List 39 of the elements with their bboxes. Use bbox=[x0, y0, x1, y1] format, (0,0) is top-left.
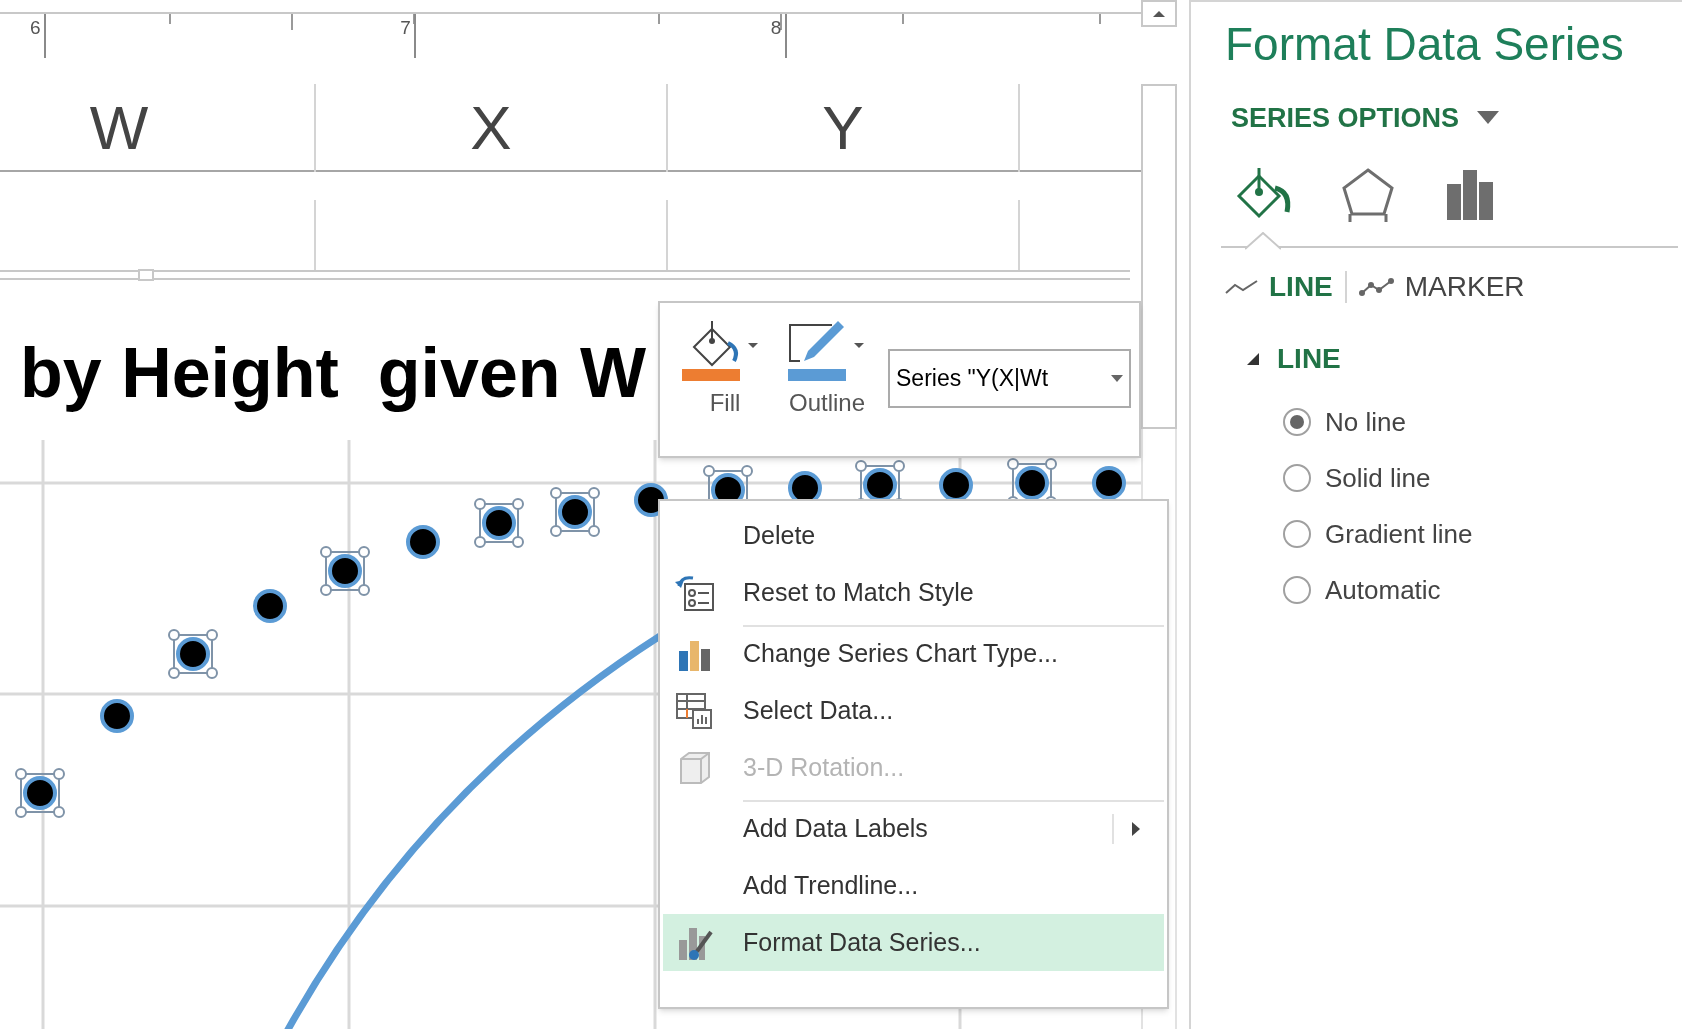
sub-tab[interactable]: MARKER bbox=[1358, 266, 1525, 308]
data-point[interactable] bbox=[320, 546, 370, 596]
submenu-arrow-icon bbox=[1132, 821, 1140, 836]
data-point[interactable] bbox=[406, 525, 440, 559]
scrollbar-thumb[interactable] bbox=[1141, 84, 1177, 429]
data-point[interactable] bbox=[1092, 466, 1126, 500]
resize-handle[interactable] bbox=[138, 269, 154, 281]
ruler-number: 6 bbox=[30, 18, 42, 37]
marker-line-icon bbox=[1358, 278, 1395, 296]
column-header[interactable]: X bbox=[470, 97, 512, 159]
radio-option[interactable]: No line bbox=[1283, 402, 1682, 442]
radio-option[interactable]: Gradient line bbox=[1283, 514, 1682, 554]
data-point[interactable] bbox=[550, 487, 600, 537]
collapse-triangle-icon bbox=[1247, 353, 1259, 365]
caret-icon bbox=[1477, 111, 1500, 125]
reset-style-icon bbox=[675, 573, 715, 612]
data-point[interactable] bbox=[15, 768, 65, 818]
radio-option[interactable]: Solid line bbox=[1283, 458, 1682, 498]
pane-title: Format Data Series bbox=[1225, 17, 1625, 72]
ruler-number: 7 bbox=[400, 18, 412, 37]
column-header[interactable]: W bbox=[89, 97, 149, 159]
radio-option[interactable]: Automatic bbox=[1283, 570, 1682, 610]
data-point[interactable] bbox=[474, 498, 524, 548]
line-icon bbox=[1225, 279, 1259, 295]
table-chart-icon bbox=[675, 691, 715, 730]
sub-tab[interactable]: LINE bbox=[1225, 266, 1333, 308]
menu-item[interactable]: Format Data Series... bbox=[663, 914, 1164, 971]
section-header[interactable]: LINE bbox=[1247, 338, 1341, 380]
data-point[interactable] bbox=[168, 629, 218, 679]
ruler-number: 8 bbox=[770, 18, 783, 37]
series-dropdown[interactable]: Series "Y(X|Wt bbox=[888, 349, 1131, 408]
data-point[interactable] bbox=[253, 589, 287, 623]
data-point[interactable] bbox=[939, 468, 973, 502]
column-header[interactable]: Y bbox=[822, 97, 864, 159]
data-point[interactable] bbox=[100, 699, 134, 733]
caret-icon bbox=[1111, 375, 1123, 382]
up-arrow-icon bbox=[1152, 9, 1166, 18]
scroll-up-button[interactable] bbox=[1141, 0, 1177, 27]
series-options-dropdown[interactable]: SERIES OPTIONS bbox=[1231, 97, 1500, 138]
